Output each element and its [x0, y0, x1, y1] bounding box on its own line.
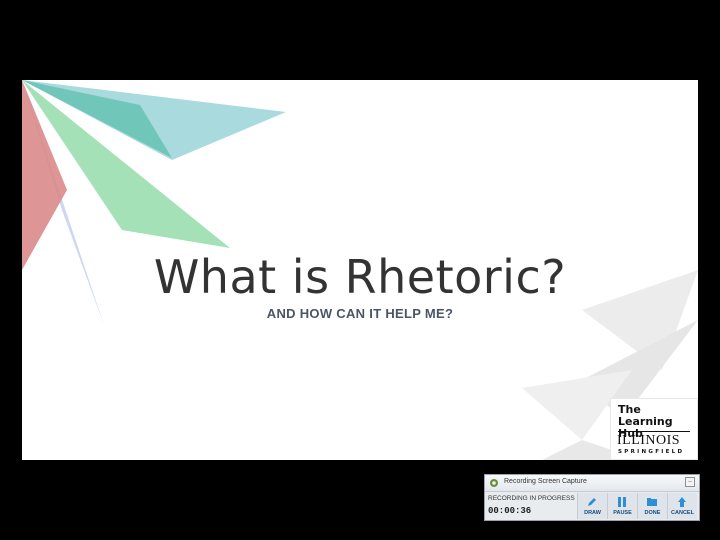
cancel-label: CANCEL — [671, 510, 694, 516]
pencil-icon — [588, 498, 596, 506]
learning-hub-logo: The Learning Hub ILLINOIS SPRINGFIELD — [610, 398, 698, 460]
recorder-title: Recording Screen Capture — [504, 478, 587, 485]
done-label: DONE — [644, 510, 661, 516]
pause-icon — [618, 497, 626, 507]
pause-button[interactable]: PAUSE — [607, 493, 637, 519]
draw-button[interactable]: DRAW — [577, 493, 607, 519]
logo-line-illinois: ILLINOIS — [617, 433, 681, 448]
recorder-app-icon — [490, 479, 498, 487]
recorder-title-bar[interactable]: Recording Screen Capture – — [485, 475, 699, 492]
slide-subtitle: AND HOW CAN IT HELP ME? — [266, 306, 454, 321]
cancel-icon — [678, 497, 686, 507]
draw-label: DRAW — [584, 510, 601, 516]
minimize-button[interactable]: – — [685, 477, 695, 487]
logo-line-springfield: SPRINGFIELD — [618, 449, 685, 455]
folder-icon — [647, 498, 657, 506]
pause-label: PAUSE — [613, 510, 632, 516]
recording-status: RECORDING IN PROGRESS — [488, 495, 575, 502]
recording-timer: 00:00:36 — [488, 506, 532, 516]
recording-control-panel: Recording Screen Capture – RECORDING IN … — [484, 474, 700, 521]
logo-divider — [618, 431, 690, 432]
slide-title: What is Rhetoric? — [153, 250, 567, 304]
cancel-button[interactable]: CANCEL — [667, 493, 697, 519]
presentation-slide: What is Rhetoric? AND HOW CAN IT HELP ME… — [22, 80, 698, 460]
done-button[interactable]: DONE — [637, 493, 667, 519]
